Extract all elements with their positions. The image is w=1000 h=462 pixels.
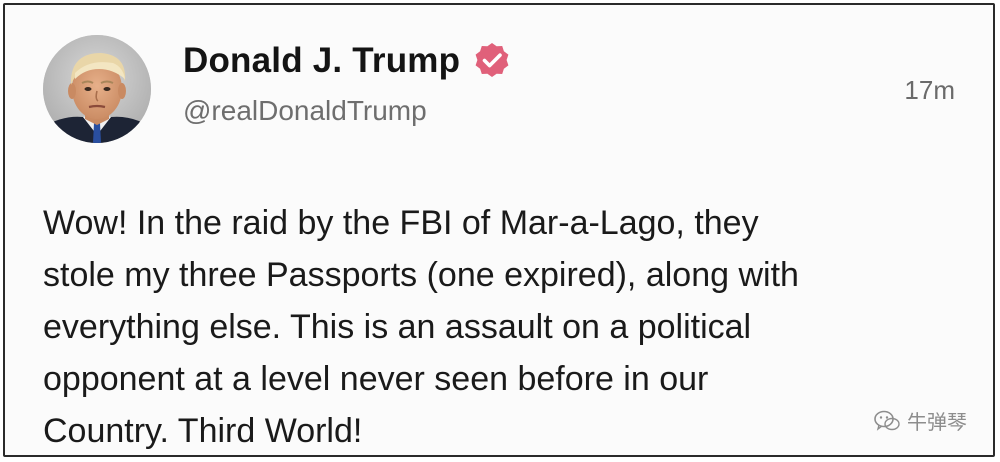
post-card: Donald J. Trump @realDonaldTrump 17m Wow… (3, 3, 995, 457)
wechat-logo-icon (874, 410, 900, 431)
author-row: Donald J. Trump (183, 39, 512, 83)
post-text-line: opponent at a level never seen before in… (43, 360, 709, 398)
verified-badge-icon (472, 41, 512, 81)
watermark: 牛弹琴 (873, 406, 967, 435)
post-text-line: everything else. This is an assault on a… (43, 308, 752, 346)
post-text-line: stole my three Passports (one expired), … (43, 256, 799, 294)
avatar-image (43, 35, 151, 143)
display-name[interactable]: Donald J. Trump (183, 41, 460, 81)
watermark-text: 牛弹琴 (907, 410, 967, 434)
user-handle[interactable]: @realDonaldTrump (183, 95, 427, 127)
post-timestamp[interactable]: 17m (904, 75, 955, 106)
post-text-line: Wow! In the raid by the FBI of Mar-a-Lag… (43, 204, 759, 242)
post-body: Wow! In the raid by the FBI of Mar-a-Lag… (43, 197, 963, 455)
post-text-line: Country. Third World! (43, 412, 363, 450)
avatar[interactable] (43, 35, 151, 143)
